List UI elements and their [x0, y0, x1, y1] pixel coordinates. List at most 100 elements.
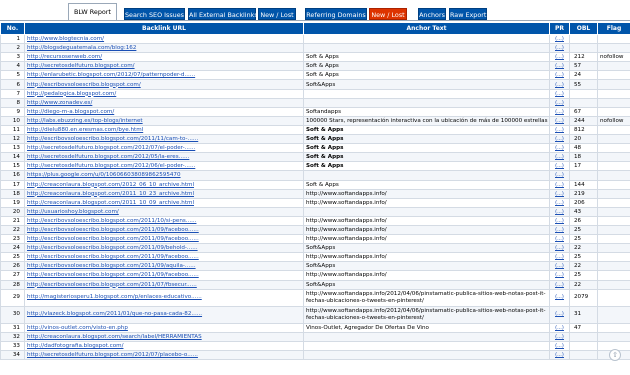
header-flag[interactable]: Flag [597, 22, 630, 35]
pr-link[interactable]: (...) [555, 127, 564, 133]
pr-link[interactable]: (...) [555, 237, 564, 243]
backlink-url-link[interactable]: http://pedalogica.blogspot.com/ [27, 91, 116, 97]
backlink-url-link[interactable]: http://labs.ebuzzing.es/top-blogs/intern… [27, 118, 143, 124]
tab-blw-report[interactable]: BLW Report [68, 3, 117, 20]
backlink-url-link[interactable]: http://creaconlaura.blogspot.com/2012_06… [27, 182, 194, 188]
backlink-url-link[interactable]: http://escribovsoloescribo.blogspot.com/… [27, 236, 199, 242]
pr-link[interactable]: (...) [555, 82, 564, 88]
backlink-url-link[interactable]: http://vlazeck.blogspot.com/2011/01/que-… [27, 311, 202, 317]
pr-link[interactable]: (...) [555, 255, 564, 261]
pr-cell: (...) [549, 243, 570, 254]
pr-link[interactable]: (...) [555, 295, 564, 301]
backlink-url-link[interactable]: http://escribovsoloescribo.blogspot.com/… [27, 282, 197, 288]
backlink-url-link[interactable]: http://escribovsoloescribo.blogspot.com/… [27, 254, 199, 260]
pr-cell: (...) [549, 115, 570, 126]
pr-link[interactable]: (...) [555, 352, 564, 358]
backlink-url-link[interactable]: http://escribovsoloescribo.blogspot.com/ [27, 82, 141, 88]
backlink-url-link[interactable]: http://escribovsoloescribo.blogspot.com/… [27, 272, 199, 278]
anchor-text: Soft & Apps [303, 124, 550, 136]
backlink-url-link[interactable]: http://escribovsoloescribo.blogspot.com/… [27, 263, 196, 269]
flag-value [597, 234, 630, 245]
backlink-url-link[interactable]: http://diego-m-a.blogspot.com/ [27, 109, 114, 115]
tab-search-seo-issues[interactable]: Search SEO Issues [124, 8, 185, 20]
pr-link[interactable]: (...) [555, 228, 564, 234]
backlink-url-link[interactable]: http://secretosdelfuturo.blogspot.com/20… [27, 352, 198, 358]
pr-link[interactable]: (...) [555, 91, 564, 97]
report-tabs: BLW Report Search SEO Issues All External … [0, 0, 630, 22]
pr-link[interactable]: (...) [555, 209, 564, 215]
backlink-url-link[interactable]: http://secretosdelfuturo.blogspot.com/20… [27, 145, 195, 151]
backlink-url-link[interactable]: http://dielu880.en.eresmas.com/bye.html [27, 127, 143, 133]
backlink-url-link[interactable]: http://usuarioshoy.blogspot.com/ [27, 209, 119, 215]
pr-link[interactable]: (...) [555, 155, 564, 161]
obl-value: 48 [569, 143, 598, 154]
pr-link[interactable]: (...) [555, 282, 564, 288]
backlink-url-link[interactable]: http://blogsdeguatemala.com/blog:162 [27, 45, 136, 51]
pr-link[interactable]: (...) [555, 100, 564, 106]
pr-link[interactable]: (...) [555, 182, 564, 188]
header-no[interactable]: No. [0, 22, 25, 35]
backlink-url-link[interactable]: http://escribovsoloescribo.blogspot.com/… [27, 245, 198, 251]
header-backlink-url[interactable]: Backlink URL [24, 22, 304, 35]
backlink-url-link[interactable]: http://vinos-outlet.com/visto-en.php [27, 325, 128, 331]
pr-link[interactable]: (...) [555, 137, 564, 143]
pr-link[interactable]: (...) [555, 46, 564, 52]
backlink-url-link[interactable]: http://escribovsoloescribo.blogspot.com/… [27, 227, 199, 233]
backlink-url-link[interactable]: http://creaconlaura.blogspot.com/search/… [27, 334, 202, 340]
flag-value [597, 179, 630, 190]
tab-anchors[interactable]: Anchors [418, 8, 446, 20]
scroll-to-top-button[interactable]: ⇧ [609, 349, 621, 361]
pr-link[interactable]: (...) [555, 200, 564, 206]
pr-link[interactable]: (...) [555, 64, 564, 70]
pr-link[interactable]: (...) [555, 55, 564, 61]
pr-link[interactable]: (...) [555, 109, 564, 115]
backlink-url-link[interactable]: http://recursosenweb.com/ [27, 54, 102, 60]
pr-link[interactable]: (...) [555, 164, 564, 170]
row-number: 26 [0, 261, 25, 272]
pr-cell: (...) [549, 340, 570, 351]
tab-new-lost-2[interactable]: New / Lost [369, 8, 407, 20]
pr-link[interactable]: (...) [555, 118, 564, 124]
pr-link[interactable]: (...) [555, 343, 564, 349]
flag-value [597, 61, 630, 72]
row-number: 25 [0, 252, 25, 263]
pr-link[interactable]: (...) [555, 218, 564, 224]
backlink-url-link[interactable]: http://creaconlaura.blogspot.com/2011_10… [27, 191, 194, 197]
pr-link[interactable]: (...) [555, 37, 564, 43]
backlink-url-link[interactable]: http://www.zonadev.es/ [27, 100, 92, 106]
pr-link[interactable]: (...) [555, 246, 564, 252]
table-row: 34 http://secretosdelfuturo.blogspot.com/… [0, 349, 630, 361]
pr-link[interactable]: (...) [555, 173, 564, 179]
tab-referring-domains[interactable]: Referring Domains [305, 8, 367, 20]
pr-link[interactable]: (...) [555, 273, 564, 279]
header-pr[interactable]: PR [549, 22, 570, 35]
backlink-url-link[interactable]: http://escribovsoloescribo.blogspot.com/… [27, 136, 198, 142]
backlink-url-link[interactable]: http://enlarubetic.blogspot.com/2012/07/… [27, 72, 195, 78]
backlink-url-link[interactable]: http://creaconlaura.blogspot.com/2011_10… [27, 200, 194, 206]
tab-raw-export[interactable]: Raw Export [449, 8, 487, 20]
pr-link[interactable]: (...) [555, 325, 564, 331]
obl-value [569, 43, 598, 54]
tab-new-lost[interactable]: New / Lost [258, 8, 296, 20]
backlink-url-link[interactable]: http://secretosdelfuturo.blogspot.com/20… [27, 163, 195, 169]
header-anchor-text[interactable]: Anchor Text [303, 22, 550, 35]
pr-link[interactable]: (...) [555, 334, 564, 340]
backlink-url-link[interactable]: https://plus.google.com/u/0/106066038089… [27, 172, 181, 178]
pr-link[interactable]: (...) [555, 312, 564, 318]
pr-link[interactable]: (...) [555, 73, 564, 79]
backlink-url-link[interactable]: http://www.blogtecnia.com/ [27, 36, 104, 42]
anchor-text: Softandapps [303, 106, 550, 117]
backlink-url-link[interactable]: http://escribovsoloescribo.blogspot.com/… [27, 218, 196, 224]
row-number: 15 [0, 161, 25, 172]
backlink-url-link[interactable]: http://magisteriosperu1.blogspot.com/p/e… [27, 294, 202, 300]
tab-all-external-backlinks[interactable]: All External Backlinks [188, 8, 258, 20]
header-obl[interactable]: OBL [569, 22, 598, 35]
pr-link[interactable]: (...) [555, 264, 564, 270]
backlink-url-link[interactable]: http://secretosdelfuturo.blogspot.com/20… [27, 154, 189, 160]
anchor-text: Soft&Apps [303, 79, 550, 90]
backlink-url-cell: http://secretosdelfuturo.blogspot.com/20… [24, 161, 304, 172]
pr-link[interactable]: (...) [555, 191, 564, 197]
pr-link[interactable]: (...) [555, 146, 564, 152]
backlink-url-link[interactable]: http://dadfotografia.blogspot.com/ [27, 343, 123, 349]
backlink-url-link[interactable]: http://secretosdelfuturo.blogspot.com/ [27, 63, 135, 69]
